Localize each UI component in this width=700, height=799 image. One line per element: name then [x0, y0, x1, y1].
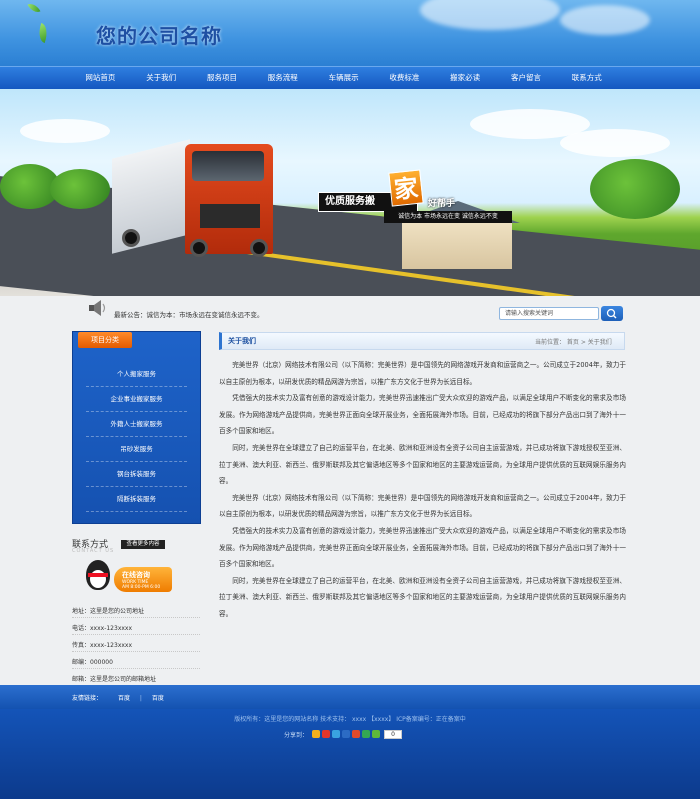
category-item[interactable]: 钢台拆装服务 — [86, 462, 187, 487]
nav-item-guide[interactable]: 搬家必读 — [435, 67, 496, 90]
nav-item-pricing[interactable]: 收费标准 — [374, 67, 435, 90]
truck-wheel — [122, 229, 140, 247]
contact-fax: 传真：xxxx-123xxxx — [72, 642, 133, 649]
work-time: WORK TIME AM 8:00-PM 6:00 — [122, 580, 161, 590]
article-paragraph: 凭借强大的技术实力及富有创意的游戏设计能力，完美世界迅速推出广受大众欢迎的游戏产… — [219, 526, 626, 569]
cloud-decor — [20, 119, 110, 143]
divider — [72, 668, 200, 669]
nav-item-about[interactable]: 关于我们 — [131, 67, 192, 90]
article-paragraph: 同时，完美世界在全球建立了自己的运营平台，在北美、欧洲和亚洲设有全资子公司自主运… — [219, 576, 626, 618]
tree-decor — [50, 169, 110, 209]
nav-item-process[interactable]: 服务流程 — [252, 67, 313, 90]
friend-link[interactable]: 百度 — [118, 695, 130, 702]
cloud-decor — [560, 5, 650, 35]
slogan-char: 家 — [388, 169, 424, 207]
share-bar: 分享到： 0 — [284, 729, 403, 739]
search-button[interactable] — [601, 306, 623, 321]
article-paragraph: 凭借强大的技术实力及富有创意的游戏设计能力，完美世界迅速推出广受大众欢迎的游戏产… — [219, 394, 626, 436]
article-paragraph: 同时，完美世界在全球建立了自己的运营平台，在北美、欧洲和亚洲设有全资子公司自主运… — [219, 443, 626, 486]
search-icon — [606, 308, 617, 319]
contact-email: 邮箱：这里是您公司的邮箱地址 — [72, 676, 157, 683]
slogan-tail: 好帮手 — [428, 199, 456, 209]
nav-item-contact[interactable]: 联系方式 — [556, 67, 617, 90]
share-count: 0 — [384, 729, 403, 739]
contact-zip: 邮编：000000 — [72, 659, 113, 666]
article-body: 完美世界（北京）网络技术有限公司（以下简称：完美世界）是中国领先的网络游戏开发商… — [219, 357, 626, 623]
douban-icon[interactable] — [362, 730, 371, 738]
breadcrumb[interactable]: 当前位置： 首页 > 关于我们 — [535, 337, 612, 346]
more-link[interactable]: 查看更多内容 — [121, 540, 165, 549]
slogan-sub: 诚信为本 市场永远在变 诚信永远不变 — [384, 211, 512, 223]
leaf-decor — [27, 0, 41, 16]
friend-links-label: 友情链接： — [72, 695, 103, 702]
category-item[interactable]: 隔断拆装服务 — [86, 487, 187, 512]
truck-wheel — [190, 239, 208, 257]
category-item[interactable]: 企业事业搬家服务 — [86, 387, 187, 412]
nav-item-home[interactable]: 网站首页 — [70, 67, 131, 90]
category-item[interactable]: 个人搬家服务 — [86, 362, 187, 387]
main-nav: 网站首页 关于我们 服务项目 服务流程 车辆展示 收费标准 搬家必读 客户留言 … — [0, 66, 700, 89]
qq-penguin-scarf — [88, 573, 108, 577]
friend-link[interactable]: 百度 — [152, 695, 164, 702]
link-separator: | — [139, 695, 142, 702]
online-consult-label: 在线咨询 — [122, 571, 150, 579]
content-title: 关于我们 — [228, 337, 256, 345]
truck-wheel — [250, 239, 268, 257]
category-item[interactable]: 外籍人士搬家服务 — [86, 412, 187, 437]
divider — [72, 617, 200, 618]
contact-phone: 电话：xxxx-123xxxx — [72, 625, 133, 632]
qzone-icon[interactable] — [312, 730, 321, 738]
kaixin-icon[interactable] — [352, 730, 361, 738]
friend-links: 友情链接： 百度 | 百度 — [72, 693, 164, 702]
category-item[interactable]: 吊砂发服务 — [86, 437, 187, 462]
announcement-text: 最新公告：诚信为本：市场永远在变诚信永远不变。 — [114, 311, 264, 319]
speaker-icon — [89, 300, 106, 316]
more-icon[interactable] — [372, 730, 381, 738]
leaf-decor — [35, 22, 51, 44]
hero-banner: 优质服务搬 家 好帮手 诚信为本 市场永远在变 诚信永远不变 — [0, 89, 700, 296]
article-paragraph: 完美世界（北京）网络技术有限公司（以下简称：完美世界）是中国领先的网络游戏开发商… — [219, 493, 626, 519]
cloud-decor — [560, 129, 670, 157]
site-title[interactable]: 您的公司名称 — [96, 20, 222, 49]
contact-subtitle: CONTACT US — [72, 548, 115, 554]
nav-item-services[interactable]: 服务项目 — [192, 67, 253, 90]
copyright-text: 版权所有：这里是您的网站名称 技术支持： xxxx 【xxxx】 ICP备案编号… — [234, 716, 466, 723]
tqq-icon[interactable] — [332, 730, 341, 738]
truck-grill — [200, 204, 260, 228]
search-input[interactable]: 请输入搜索关键词 — [499, 307, 599, 320]
share-label: 分享到： — [284, 731, 309, 739]
weibo-icon[interactable] — [322, 730, 331, 738]
category-list: 个人搬家服务 企业事业搬家服务 外籍人士搬家服务 吊砂发服务 钢台拆装服务 隔断… — [72, 362, 201, 512]
header: 您的公司名称 — [0, 0, 700, 66]
category-title: 项目分类 — [78, 332, 132, 348]
cloud-decor — [420, 0, 560, 30]
contact-address: 地址：这里是您的公司地址 — [72, 608, 145, 615]
tree-decor — [590, 159, 680, 219]
divider — [72, 651, 200, 652]
nav-item-vehicles[interactable]: 车辆展示 — [313, 67, 374, 90]
truck-window — [192, 151, 264, 181]
nav-item-messages[interactable]: 客户留言 — [496, 67, 557, 90]
renren-icon[interactable] — [342, 730, 351, 738]
divider — [72, 634, 200, 635]
article-paragraph: 完美世界（北京）网络技术有限公司（以下简称：完美世界）是中国领先的网络游戏开发商… — [219, 361, 626, 386]
